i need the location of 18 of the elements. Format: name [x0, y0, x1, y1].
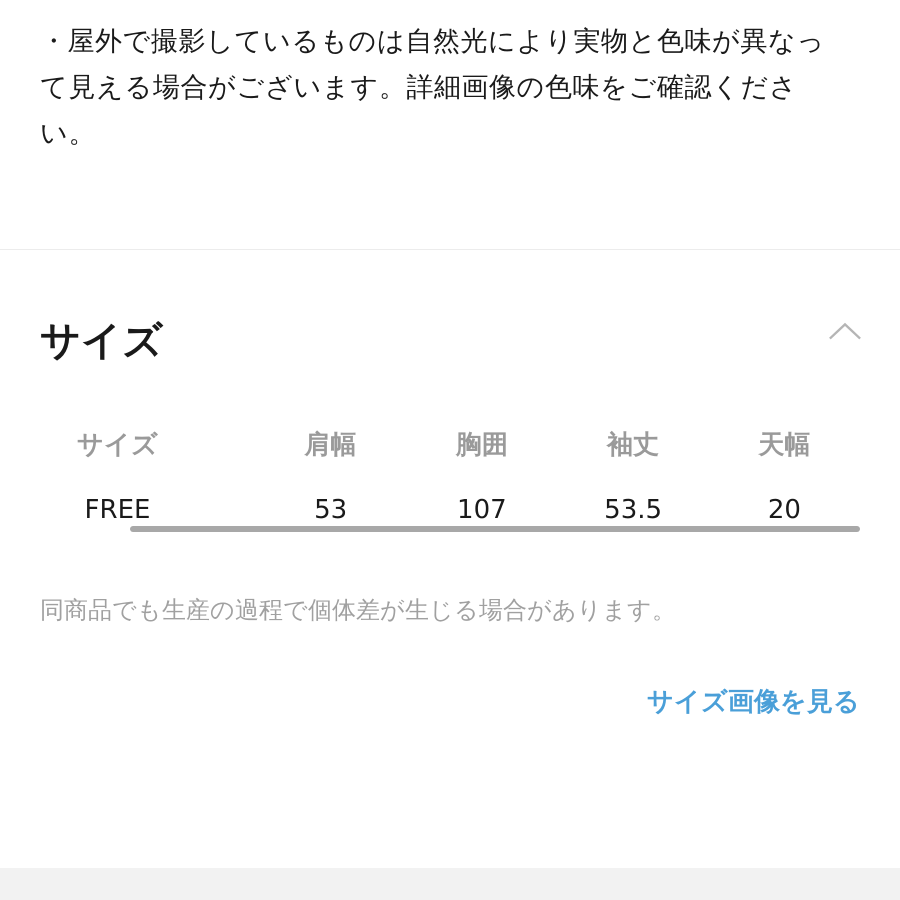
chevron-up-icon[interactable] — [828, 321, 862, 341]
column-header: 胸囲 — [454, 429, 509, 462]
description-line: い。 — [40, 117, 97, 151]
table-cell-text: 107 — [456, 494, 508, 524]
note-text: 同商品でも生産の過程で個体差が生じる場合があります。 — [40, 595, 677, 626]
table-cell-text: FREE — [84, 494, 152, 524]
table-cell-text: 20 — [766, 494, 802, 524]
size-image-link[interactable]: サイズ画像を見る — [647, 684, 860, 719]
column-header: 袖丈 — [605, 429, 660, 462]
description-line: ・屋外で撮影しているものは自然光により実物と色味が異なっ — [40, 25, 826, 59]
table-cell-text: 53.5 — [603, 494, 664, 524]
column-header: 天幅 — [757, 429, 812, 462]
section-title: サイズ — [40, 316, 163, 366]
column-header: サイズ — [76, 429, 159, 462]
description-line: て見える場合がございます。詳細画像の色味をご確認くださ — [40, 71, 798, 105]
column-header: 肩幅 — [303, 429, 358, 462]
scrollbar[interactable] — [130, 526, 860, 532]
table-cell-text: 53 — [313, 494, 348, 524]
